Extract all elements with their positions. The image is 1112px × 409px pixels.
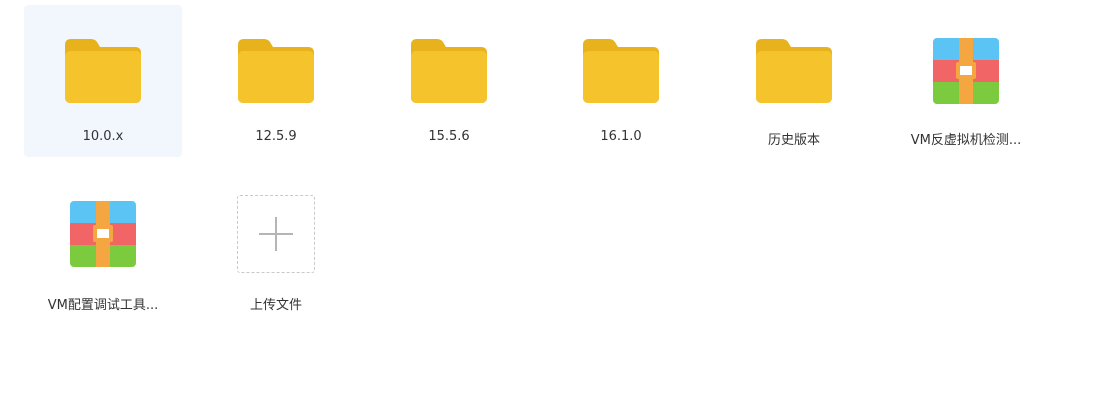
folder-icon <box>542 33 700 109</box>
upload-label: 上传文件 <box>249 298 302 313</box>
folder-item[interactable]: 12.5.9 <box>197 5 355 157</box>
folder-item[interactable]: 16.1.0 <box>542 5 700 157</box>
folder-item[interactable]: 历史版本 <box>715 5 873 157</box>
folder-label: 12.5.9 <box>255 129 297 144</box>
archive-item[interactable]: VM配置调试工具... <box>24 170 182 322</box>
archive-icon <box>24 196 182 272</box>
archive-item[interactable]: VM反虚拟机检测... <box>887 5 1045 157</box>
archive-label: VM反虚拟机检测... <box>910 133 1022 148</box>
upload-box-wrap <box>197 195 355 273</box>
archive-label: VM配置调试工具... <box>47 298 159 313</box>
upload-box[interactable] <box>237 195 315 273</box>
upload-file-button[interactable]: 上传文件 <box>197 170 355 322</box>
folder-label: 16.1.0 <box>600 129 642 144</box>
folder-item[interactable]: 15.5.6 <box>370 5 528 157</box>
plus-icon <box>259 217 293 251</box>
folder-icon <box>715 33 873 109</box>
folder-label: 10.0.x <box>82 129 124 144</box>
folder-item[interactable]: 10.0.x <box>24 5 182 157</box>
archive-icon <box>887 33 1045 109</box>
folder-label: 历史版本 <box>767 133 820 148</box>
folder-icon <box>24 33 182 109</box>
folder-icon <box>197 33 355 109</box>
folder-label: 15.5.6 <box>428 129 470 144</box>
folder-icon <box>370 33 528 109</box>
file-grid: 10.0.x 12.5.9 15.5.6 16.1.0 历史版本 VM反虚拟机检… <box>0 0 1112 409</box>
